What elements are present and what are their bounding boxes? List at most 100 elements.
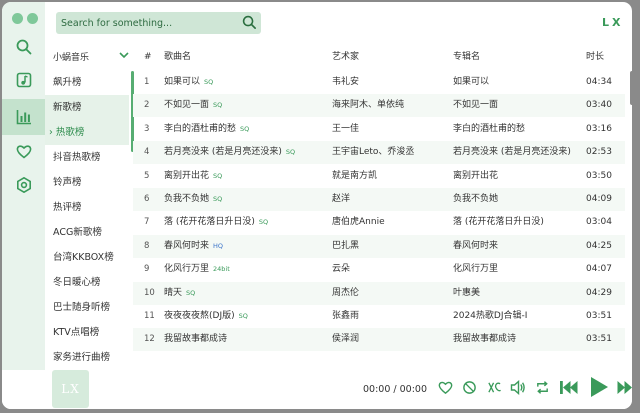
song-index-cell: 8	[144, 235, 149, 258]
song-duration-cell: 04:29	[586, 282, 612, 305]
table-row[interactable]: 12 我留故事都成诗 侯泽润 我留故事都成诗 03:51	[133, 328, 625, 352]
song-artist-cell: 唐伯虎Annie	[332, 211, 385, 234]
search-icon[interactable]	[242, 15, 257, 34]
settings-icon[interactable]	[2, 167, 45, 203]
song-title-cell: 落 (花开花落日升日没) SQ	[164, 211, 268, 234]
source-selector[interactable]: 小蜗音乐	[45, 45, 133, 69]
heart-icon[interactable]	[2, 133, 45, 169]
song-title: 若月亮没来 (若是月亮还没来)	[164, 147, 282, 158]
song-artist-cell: 王宇宙Leto、乔浚丞	[332, 141, 414, 164]
song-album: 春风何时来	[453, 240, 499, 251]
song-artist-cell: 赵洋	[332, 188, 350, 211]
table-row[interactable]: 1 如果可以 SQ 韦礼安 如果可以 04:34	[133, 71, 625, 94]
leaderboard-item[interactable]: 冬日暖心榜	[45, 270, 129, 295]
table-row[interactable]: 10 晴天 SQ 周杰伦 叶惠美 04:29	[133, 281, 625, 305]
leaderboard-item[interactable]: 新歌榜	[45, 95, 129, 120]
song-artist: 王一佳	[332, 123, 360, 134]
song-index-cell: 7	[144, 211, 149, 234]
song-index: 11	[144, 311, 155, 321]
leaderboard-item-label: 热歌榜	[55, 127, 85, 138]
table-scrollbar[interactable]	[630, 71, 632, 105]
volume-icon[interactable]	[510, 379, 526, 399]
sidebar	[2, 2, 45, 409]
leaderboard-item[interactable]: KTV点唱榜	[45, 320, 129, 345]
search-nav-icon[interactable]	[2, 29, 45, 65]
song-index: 6	[144, 194, 150, 204]
song-artist: 巴扎黑	[332, 240, 360, 251]
leaderboard-item-label: 新歌榜	[53, 102, 82, 113]
leaderboard-item[interactable]: 铃声榜	[45, 170, 129, 195]
song-duration: 03:51	[586, 334, 612, 345]
leaderboard-item[interactable]: › 热歌榜	[45, 120, 129, 145]
repeat-icon[interactable]	[535, 380, 550, 399]
play-icon[interactable]	[589, 376, 609, 402]
chart-bars-icon[interactable]	[2, 99, 45, 135]
song-duration-cell: 04:25	[586, 235, 612, 258]
previous-track-icon[interactable]	[559, 379, 579, 400]
window-close-button[interactable]	[12, 13, 23, 24]
album-cover[interactable]: LX	[52, 370, 89, 408]
table-row[interactable]: 8 春风何时来 HQ 巴扎黑 春风何时来 04:25	[133, 234, 625, 258]
song-table: # 歌曲名 艺术家 专辑名 时长 1 如果可以 SQ 韦礼安 如果可以 04:34 2 不如见…	[133, 45, 632, 370]
leaderboard-item[interactable]: 抖音热歌榜	[45, 145, 129, 170]
table-row[interactable]: 11 夜夜夜夜熬(DJ版) SQ 张鑫雨 2024热歌DJ合辑-I 03:51	[133, 305, 625, 328]
leaderboard-item[interactable]: 飙升榜	[45, 70, 129, 95]
leaderboard-item[interactable]: ACG新歌榜	[45, 220, 129, 245]
song-index-cell: 4	[144, 141, 149, 164]
song-title-cell: 若月亮没来 (若是月亮还没来) SQ	[164, 141, 295, 164]
table-row[interactable]: 3 李白的酒杜甫的愁 SQ 王一佳 李白的酒杜甫的愁 03:16	[133, 118, 625, 141]
song-duration-cell: 02:53	[586, 141, 612, 164]
song-album: 化风行万里	[453, 264, 499, 275]
table-row[interactable]: 2 不如见一面 SQ 海来阿木、单依纯 不如见一面 03:40	[133, 94, 625, 118]
song-duration-cell: 03:50	[586, 165, 612, 188]
song-duration: 03:40	[586, 100, 612, 111]
lyrics-toggle-icon[interactable]	[487, 380, 502, 399]
dislike-icon[interactable]	[462, 380, 477, 399]
next-track-icon[interactable]	[616, 379, 632, 400]
song-album-cell: 春风何时来	[453, 235, 498, 258]
leaderboard-item-label: 飙升榜	[53, 77, 82, 88]
song-album-cell: 如果可以	[453, 71, 489, 94]
playback-time: 00:00 / 00:00	[363, 384, 427, 395]
song-album: 落 (花开花落日升日没)	[453, 217, 544, 228]
song-album-cell: 离别开出花	[453, 165, 498, 188]
song-duration: 04:09	[586, 194, 612, 204]
song-index: 4	[144, 147, 150, 158]
song-album-cell: 叶惠美	[453, 282, 480, 305]
song-artist-cell: 巴扎黑	[332, 235, 359, 258]
table-row[interactable]: 9 化风行万里 24bit 云朵 化风行万里 04:07	[133, 258, 625, 281]
music-list-icon[interactable]	[2, 62, 45, 98]
song-album-cell: 若月亮没来 (若是月亮还没来)	[453, 141, 571, 164]
song-artist-cell: 海来阿木、单依纯	[332, 94, 404, 117]
leaderboard-item[interactable]: 家务进行曲榜	[45, 345, 129, 370]
song-title: 化风行万里	[164, 264, 210, 275]
leaderboard-item[interactable]: 热评榜	[45, 195, 129, 220]
song-title-cell: 春风何时来 HQ	[164, 235, 223, 258]
song-duration: 03:16	[586, 123, 612, 134]
quality-badge: SQ	[240, 124, 250, 133]
song-artist: 周杰伦	[332, 287, 360, 298]
table-row[interactable]: 7落 (花开花落日升日没) SQ 唐伯虎Annie 落 (花开花落日升日没) 03:04	[133, 211, 625, 234]
song-duration-cell: 04:09	[586, 188, 612, 211]
song-title: 我留故事都成诗	[164, 334, 228, 345]
song-index-cell: 5	[144, 165, 149, 188]
heart-outline-icon[interactable]	[438, 380, 453, 399]
table-row[interactable]: 4 若月亮没来 (若是月亮还没来) SQ 王宇宙Leto、乔浚丞 若月亮没来 (若是月亮…	[133, 141, 625, 165]
chevron-down-icon	[119, 52, 129, 59]
song-index-cell: 2	[144, 94, 149, 117]
song-title: 离别开出花	[164, 170, 210, 181]
song-album-cell: 负我不负她	[453, 188, 498, 211]
song-album-cell: 不如见一面	[453, 94, 498, 117]
quality-badge: HQ	[213, 241, 224, 250]
song-artist: 张鑫雨	[332, 311, 360, 321]
table-row[interactable]: 5 离别开出花 SQ 就是南方凯 离别开出花 03:50	[133, 165, 625, 188]
leaderboard-item[interactable]: 巴士随身听榜	[45, 295, 129, 320]
song-index: 12	[144, 334, 155, 345]
song-title: 负我不负她	[164, 194, 210, 204]
song-duration-cell: 04:34	[586, 71, 612, 94]
song-album: 李白的酒杜甫的愁	[453, 123, 526, 134]
search-input[interactable]	[56, 12, 236, 34]
leaderboard-item[interactable]: 台湾KKBOX榜	[45, 245, 129, 270]
table-row[interactable]: 6 负我不负她 SQ 赵洋 负我不负她 04:09	[133, 188, 625, 211]
window-minimize-button[interactable]	[27, 13, 38, 24]
